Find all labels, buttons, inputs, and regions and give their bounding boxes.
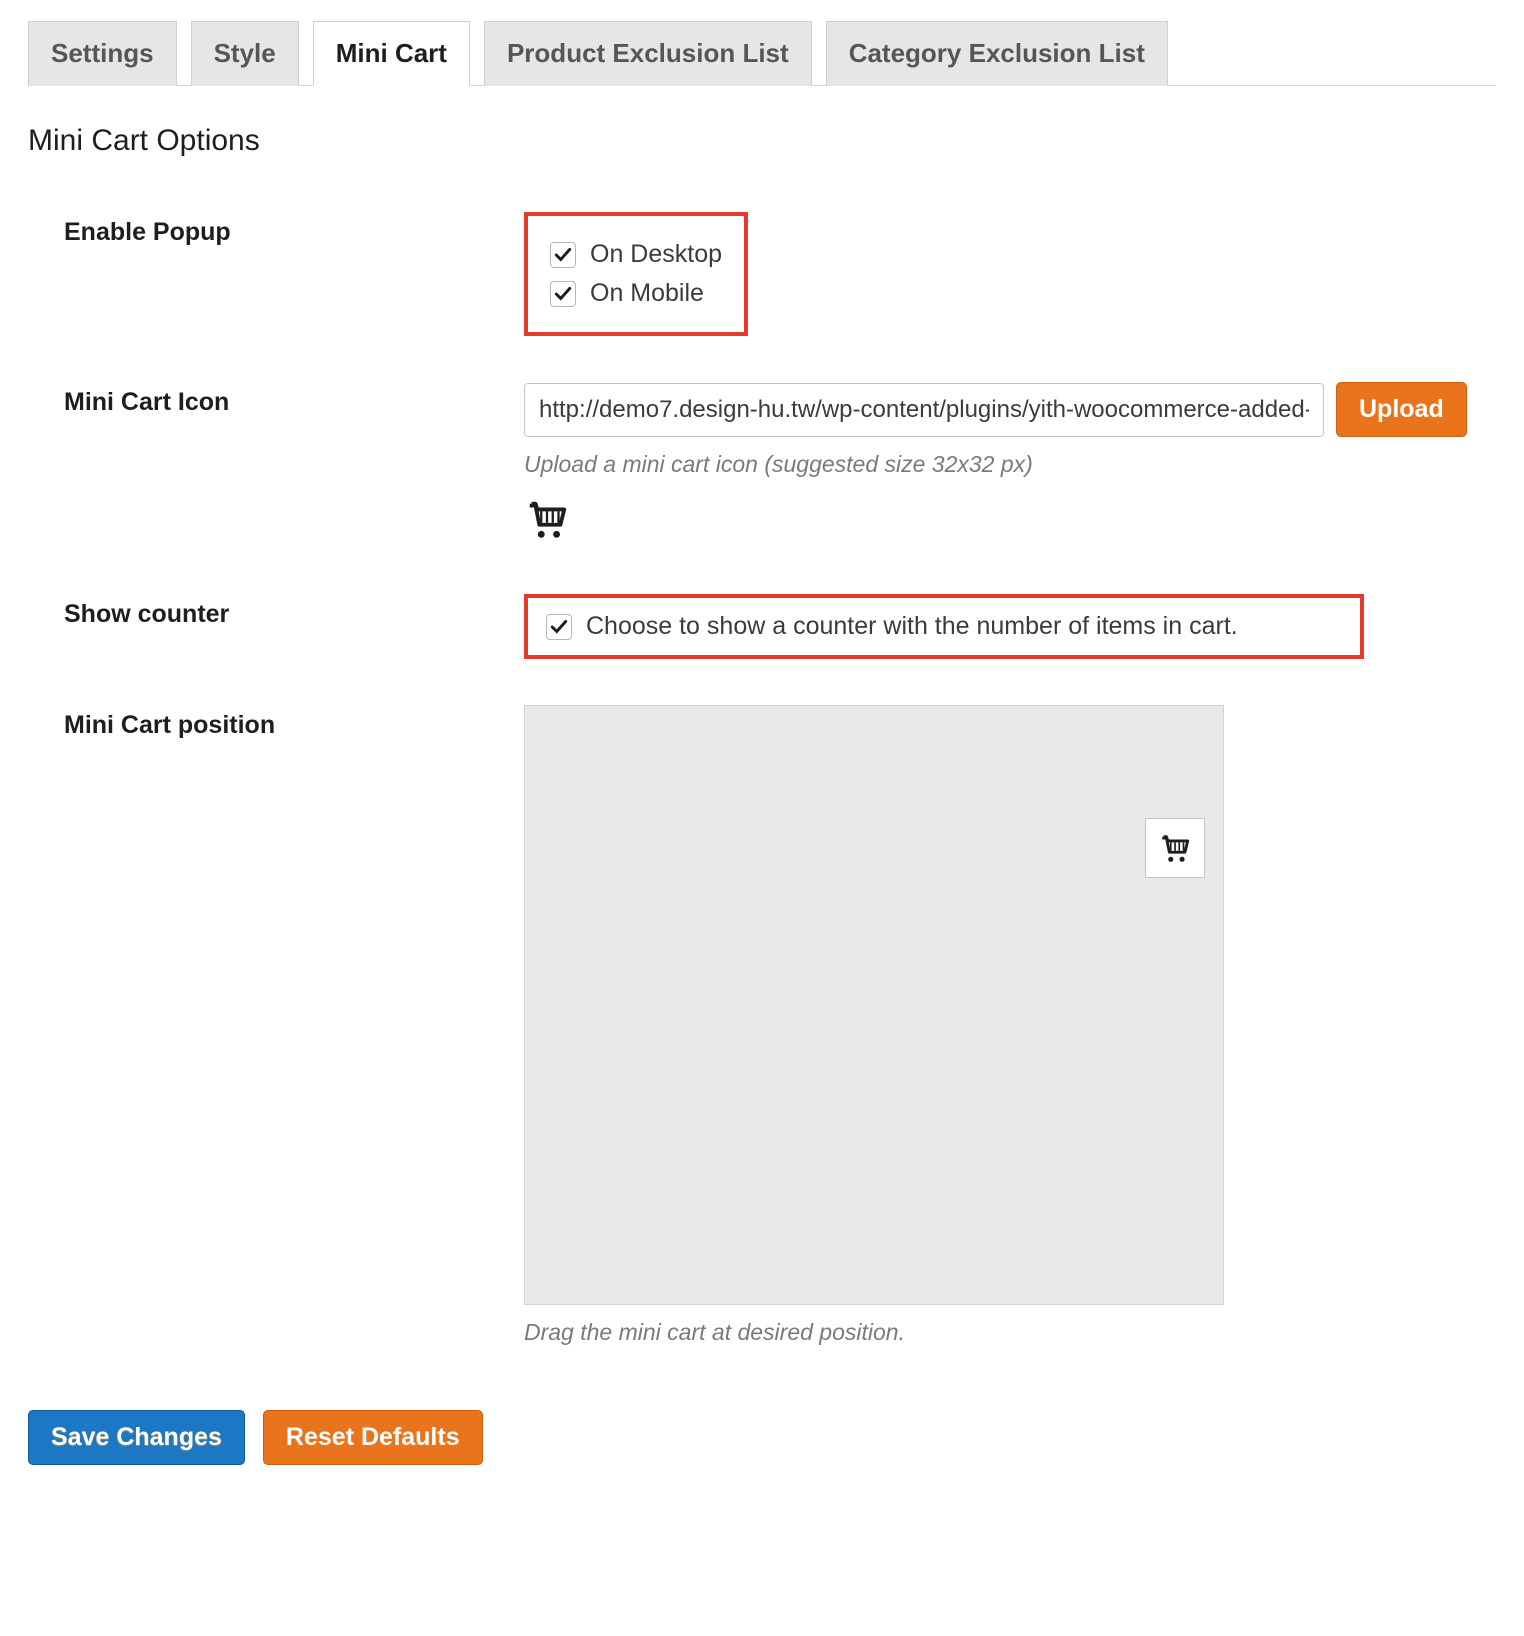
checkbox-show-counter[interactable]: [546, 614, 572, 640]
mini-cart-position-label: Mini Cart position: [64, 705, 524, 1346]
check-icon: [550, 618, 568, 636]
settings-panel: Enable Popup On Desktop On Mobile Mi: [28, 176, 1496, 1382]
show-counter-highlight: Choose to show a counter with the number…: [524, 594, 1364, 659]
tab-style[interactable]: Style: [191, 21, 299, 86]
page-title: Mini Cart Options: [28, 124, 1496, 158]
upload-button[interactable]: Upload: [1336, 382, 1467, 437]
row-mini-cart-icon: Mini Cart Icon Upload Upload a mini cart…: [64, 382, 1460, 548]
row-show-counter: Show counter Choose to show a counter wi…: [64, 594, 1460, 659]
tabs: Settings Style Mini Cart Product Exclusi…: [28, 20, 1496, 86]
mini-cart-icon-hint: Upload a mini cart icon (suggested size …: [524, 451, 1467, 478]
row-enable-popup: Enable Popup On Desktop On Mobile: [64, 212, 1460, 336]
tab-category-exclusion[interactable]: Category Exclusion List: [826, 21, 1168, 86]
show-counter-label: Show counter: [64, 594, 524, 659]
tab-settings[interactable]: Settings: [28, 21, 177, 86]
check-icon: [554, 285, 572, 303]
mini-cart-icon-preview: [524, 496, 1467, 548]
save-button[interactable]: Save Changes: [28, 1410, 245, 1465]
on-mobile-label: On Mobile: [590, 279, 704, 308]
position-canvas[interactable]: [524, 705, 1224, 1305]
check-icon: [554, 246, 572, 264]
checkbox-on-mobile[interactable]: [550, 281, 576, 307]
cart-icon: [1158, 831, 1192, 865]
on-desktop-label: On Desktop: [590, 240, 722, 269]
mini-cart-icon-label: Mini Cart Icon: [64, 382, 524, 548]
checkbox-on-desktop[interactable]: [550, 242, 576, 268]
footer-buttons: Save Changes Reset Defaults: [28, 1410, 1496, 1465]
enable-popup-label: Enable Popup: [64, 212, 524, 336]
reset-defaults-button[interactable]: Reset Defaults: [263, 1410, 483, 1465]
position-handle[interactable]: [1145, 818, 1205, 878]
mini-cart-position-hint: Drag the mini cart at desired position.: [524, 1319, 1460, 1346]
show-counter-text: Choose to show a counter with the number…: [586, 612, 1238, 641]
cart-icon: [524, 496, 570, 542]
mini-cart-icon-input[interactable]: [524, 383, 1324, 437]
row-mini-cart-position: Mini Cart position Drag the mini cart at…: [64, 705, 1460, 1346]
tab-mini-cart[interactable]: Mini Cart: [313, 21, 470, 86]
tab-product-exclusion[interactable]: Product Exclusion List: [484, 21, 812, 86]
enable-popup-highlight: On Desktop On Mobile: [524, 212, 748, 336]
